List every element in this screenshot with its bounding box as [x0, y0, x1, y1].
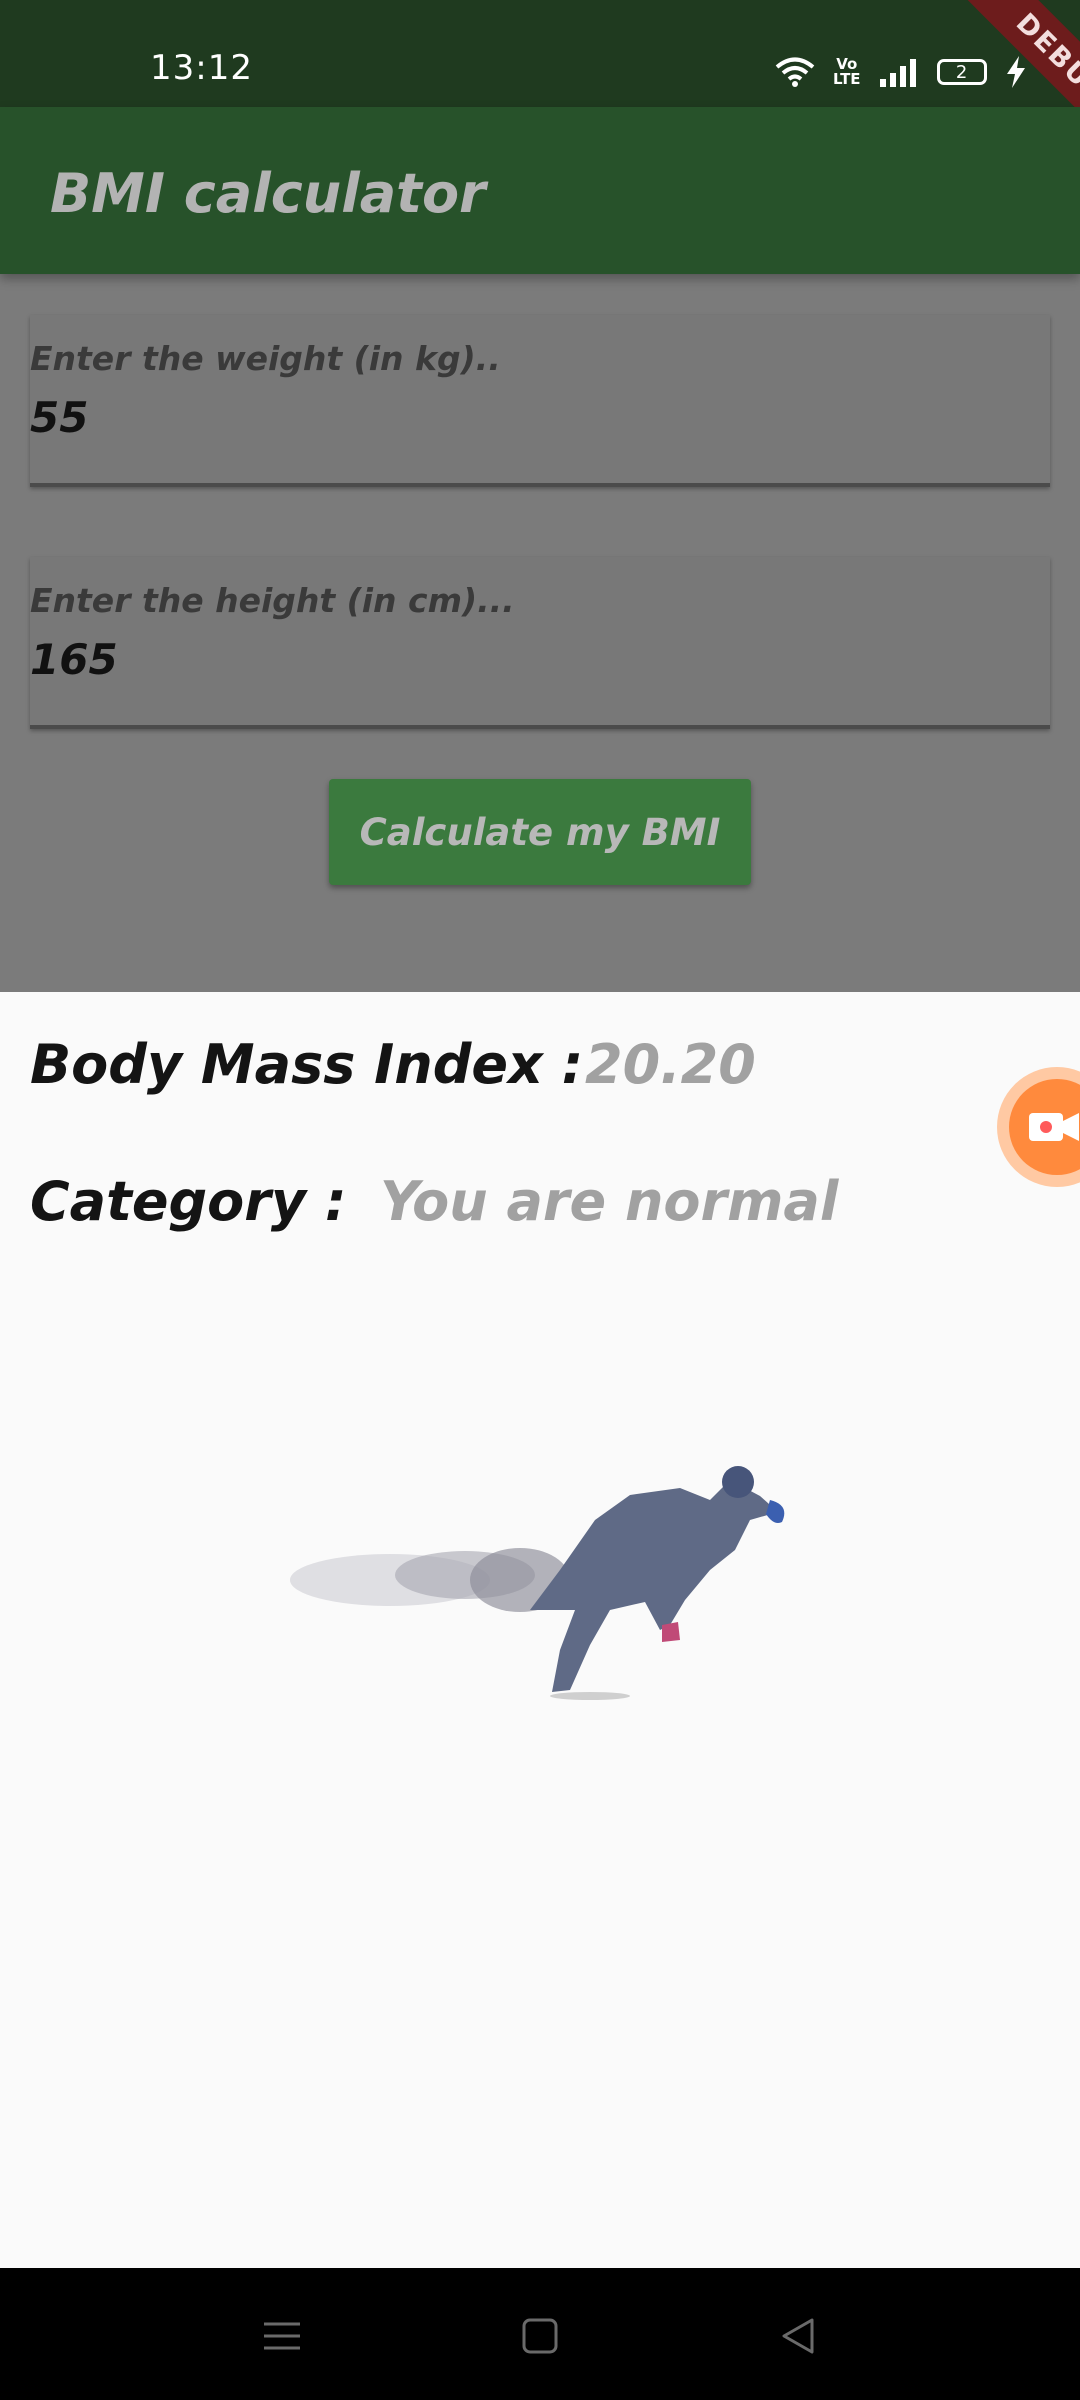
- height-field-value[interactable]: 165: [30, 635, 118, 684]
- height-field[interactable]: Enter the height (in cm)... 165: [30, 557, 1050, 729]
- height-field-label: Enter the height (in cm)...: [30, 581, 515, 620]
- weight-field-label: Enter the weight (in kg)..: [30, 339, 501, 378]
- system-nav-bar: [0, 2268, 1080, 2400]
- home-icon[interactable]: [512, 2308, 568, 2364]
- battery-level: 2: [955, 61, 968, 83]
- charging-icon: [1006, 56, 1025, 88]
- weight-field-value[interactable]: 55: [30, 393, 88, 442]
- category-label: Category :: [30, 1170, 347, 1233]
- menu-icon[interactable]: [254, 2308, 310, 2364]
- screen-recorder-bubble[interactable]: [997, 1067, 1080, 1187]
- app-bar: BMI calculator: [0, 107, 1080, 274]
- bmi-label: Body Mass Index :: [30, 1033, 584, 1096]
- weight-field[interactable]: Enter the weight (in kg).. 55: [30, 315, 1050, 487]
- back-icon[interactable]: [770, 2308, 826, 2364]
- record-icon: [1009, 1079, 1080, 1175]
- app-title: BMI calculator: [50, 162, 486, 225]
- battery-icon: 2: [936, 59, 987, 85]
- status-bar: 13:12 Vo LTE 2: [0, 0, 1080, 107]
- status-icons: Vo LTE 2: [775, 52, 1027, 92]
- category-value: You are normal: [380, 1170, 839, 1233]
- signal-icon: [879, 59, 916, 87]
- bmi-value: 20.20: [585, 1033, 756, 1096]
- calculate-bmi-button[interactable]: Calculate my BMI: [329, 779, 751, 885]
- volte-icon: Vo LTE: [833, 57, 861, 87]
- running-man-illustration: [290, 1466, 785, 1700]
- status-time: 13:12: [150, 48, 253, 88]
- volte-bottom-text: LTE: [833, 70, 861, 88]
- wifi-icon: [775, 57, 815, 87]
